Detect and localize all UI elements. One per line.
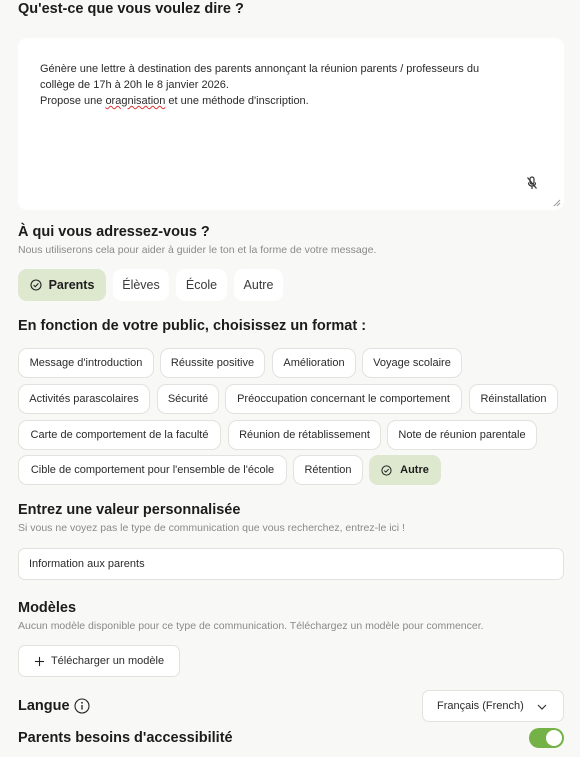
format-chip[interactable]: Réussite positive [160, 348, 265, 378]
toggle-knob [546, 730, 562, 746]
resize-handle-icon[interactable] [553, 199, 561, 207]
format-chip-label: Autre [400, 464, 429, 476]
info-icon[interactable] [74, 698, 90, 714]
format-chip[interactable]: Sécurité [157, 384, 219, 414]
chevron-down-icon [537, 704, 547, 710]
audience-option-parents[interactable]: Parents [18, 269, 106, 301]
audience-option-eleves[interactable]: Élèves [113, 269, 169, 301]
audience-helper: Nous utiliserons cela pour aider à guide… [18, 244, 377, 256]
format-chip[interactable]: Message d'introduction [18, 348, 154, 378]
accessibility-label: Parents besoins d'accessibilité [18, 730, 233, 746]
plus-icon [34, 656, 45, 666]
prompt-line-1: Génère une lettre à destination des pare… [40, 63, 480, 75]
models-title: Modèles [18, 600, 77, 616]
audience-option-label: École [185, 278, 218, 292]
audience-option-autre[interactable]: Autre [234, 269, 283, 301]
prompt-text[interactable]: Génère une lettre à destination des pare… [40, 61, 520, 109]
audience-option-ecole[interactable]: École [176, 269, 227, 301]
format-chip[interactable]: Cible de comportement pour l'ensemble de… [18, 455, 287, 485]
misspelled-word: oragnisation [105, 95, 166, 107]
language-select[interactable]: Français (French) [422, 690, 564, 722]
prompt-line-2: collège de 17h à 20h le 8 janvier 2026. [40, 79, 229, 91]
microphone-off-icon[interactable] [526, 176, 538, 190]
format-chip[interactable]: Note de réunion parentale [387, 420, 537, 450]
audience-option-label: Autre [243, 278, 274, 292]
prompt-line-3-end: et une méthode d'inscription. [165, 95, 309, 107]
format-chip[interactable]: Rétention [293, 455, 363, 485]
custom-value-text: Information aux parents [29, 558, 145, 570]
format-chip[interactable]: Réinstallation [469, 384, 558, 414]
format-chip[interactable]: Voyage scolaire [362, 348, 462, 378]
prompt-textarea[interactable]: Génère une lettre à destination des pare… [18, 38, 564, 210]
models-helper: Aucun modèle disponible pour ce type de … [18, 620, 484, 632]
custom-helper: Si vous ne voyez pas le type de communic… [18, 522, 405, 534]
format-chip[interactable]: Préoccupation concernant le comportement [225, 384, 462, 414]
format-chip[interactable]: Activités parascolaires [18, 384, 150, 414]
format-chip[interactable]: Carte de comportement de la faculté [18, 420, 221, 450]
custom-value-input[interactable]: Information aux parents [18, 548, 564, 580]
audience-option-label: Parents [48, 278, 95, 292]
prompt-line-3-start: Propose une [40, 95, 106, 107]
format-chip-selected[interactable]: Autre [369, 455, 441, 485]
prompt-title: Qu'est-ce que vous voulez dire ? [18, 1, 244, 17]
language-value: Français (French) [437, 700, 524, 712]
upload-model-button[interactable]: Télécharger un modèle [18, 645, 180, 677]
format-chip[interactable]: Amélioration [272, 348, 356, 378]
format-chip[interactable]: Réunion de rétablissement [228, 420, 381, 450]
format-title: En fonction de votre public, choisissez … [18, 318, 367, 334]
language-label: Langue [18, 698, 70, 714]
audience-option-label: Élèves [122, 278, 160, 292]
accessibility-toggle[interactable] [529, 728, 564, 748]
check-circle-icon [381, 464, 392, 476]
audience-title: À qui vous adressez-vous ? [18, 224, 210, 240]
upload-model-label: Télécharger un modèle [50, 655, 165, 667]
check-circle-icon [30, 279, 42, 291]
custom-title: Entrez une valeur personnalisée [18, 502, 241, 518]
